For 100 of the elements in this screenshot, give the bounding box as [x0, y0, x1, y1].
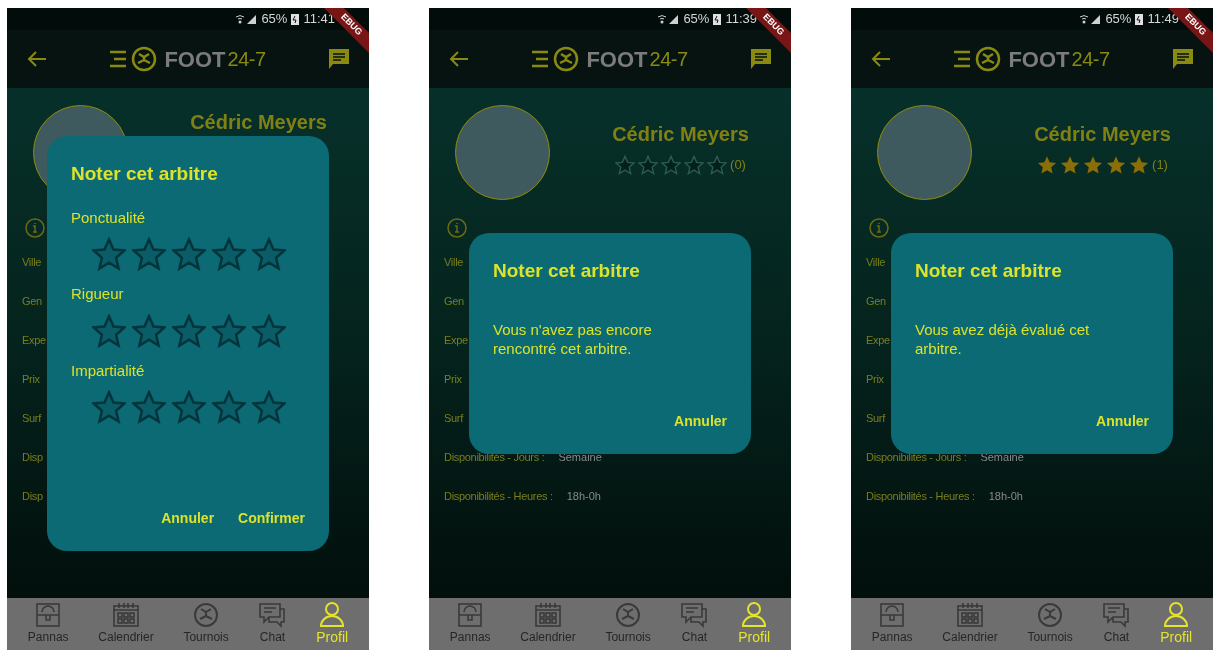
- field-label: Disponibilités - Jours :: [866, 450, 967, 466]
- field-label: Ville: [866, 255, 886, 271]
- dialog-title: Noter cet arbitre: [915, 259, 1063, 283]
- person-icon: [318, 600, 347, 627]
- criterion-label: Ponctualité: [71, 207, 147, 228]
- empty-star-icon: [92, 390, 126, 424]
- chest-icon: [878, 602, 907, 628]
- chat-button[interactable]: [327, 47, 351, 71]
- chat-button[interactable]: [749, 47, 773, 71]
- logo-number: 24-7: [1071, 47, 1110, 72]
- person-icon: [1162, 600, 1191, 627]
- calendar-icon: [111, 602, 140, 628]
- battery-icon: [713, 13, 722, 25]
- chest-icon: [34, 602, 63, 628]
- field-label: Prix: [866, 372, 884, 388]
- field-label: Disp: [22, 489, 43, 505]
- empty-star-icon: [707, 155, 728, 175]
- nav-tab[interactable]: Pannas: [449, 602, 491, 646]
- empty-star-icon: [132, 390, 166, 424]
- field-value: 18h-0h: [988, 489, 1023, 505]
- nav-tab[interactable]: Pannas: [871, 602, 913, 646]
- empty-star-icon: [212, 390, 246, 424]
- field-label: Prix: [444, 372, 462, 388]
- empty-star-icon: [638, 155, 659, 175]
- logo-text: FOOT: [164, 45, 226, 74]
- battery-level: 65%: [1105, 10, 1132, 29]
- field-label: Ville: [444, 255, 464, 271]
- nav-tab[interactable]: Pannas: [27, 602, 69, 646]
- rating-count: (0): [730, 156, 746, 175]
- referee-name: Cédric Meyers: [190, 110, 327, 135]
- filled-star-icon: [1060, 155, 1081, 175]
- referee-name: Cédric Meyers: [1034, 122, 1171, 147]
- dialog-message: Vous n'avez pas encore rencontré cet arbitre.: [493, 319, 653, 358]
- empty-star-icon: [92, 237, 126, 271]
- nav-tab[interactable]: Profil: [738, 600, 771, 648]
- empty-star-icon: [172, 390, 206, 424]
- filled-star-icon: [1106, 155, 1127, 175]
- field-label: Ville: [22, 255, 42, 271]
- person-icon: [740, 600, 769, 627]
- logo-text: FOOT: [586, 45, 648, 74]
- chat-button[interactable]: [1171, 47, 1195, 71]
- field-label: Disp: [22, 450, 43, 466]
- dialog-title: Noter cet arbitre: [493, 259, 641, 283]
- nav-tab[interactable]: Chat: [258, 602, 287, 646]
- nav-tab[interactable]: Calendrier: [98, 602, 154, 646]
- chat-icon: [680, 602, 709, 628]
- field-value: Semaine: [980, 450, 1024, 466]
- nav-tab[interactable]: Profil: [1160, 600, 1193, 648]
- ball-icon: [192, 602, 221, 628]
- field-label: Gen: [22, 294, 42, 310]
- info-icon: [25, 218, 45, 238]
- field-value: Semaine: [558, 450, 602, 466]
- dialog-action-button[interactable]: Annuler: [161, 508, 215, 529]
- referee-name: Cédric Meyers: [612, 122, 749, 147]
- nav-tab[interactable]: Tournois: [605, 602, 651, 646]
- chat-icon: [258, 602, 287, 628]
- nav-tab[interactable]: Profil: [316, 600, 349, 648]
- nav-tab[interactable]: Chat: [680, 602, 709, 646]
- logo-text: FOOT: [1008, 45, 1070, 74]
- field-label: Expe: [444, 333, 468, 349]
- dialog-action-button[interactable]: Annuler: [1096, 411, 1149, 432]
- empty-star-icon: [684, 155, 705, 175]
- empty-star-icon: [92, 313, 126, 348]
- clock-time: 11:41: [303, 10, 335, 29]
- field-label: Gen: [866, 294, 886, 310]
- dialog-action-button[interactable]: Confirmer: [238, 508, 305, 529]
- calendar-icon: [533, 602, 562, 628]
- chat-icon: [1102, 602, 1131, 628]
- signal-icon: [235, 13, 258, 25]
- field-label: Prix: [22, 372, 40, 388]
- ball-icon: [614, 602, 643, 628]
- field-value: 18h-0h: [566, 489, 601, 505]
- field-label: Expe: [22, 333, 46, 349]
- field-label: Surf: [22, 411, 41, 427]
- ball-icon: [1036, 602, 1065, 628]
- dialog-message: Vous avez déjà évalué cet arbitre.: [915, 319, 1091, 358]
- nav-tab[interactable]: Calendrier: [942, 602, 998, 646]
- battery-level: 65%: [261, 10, 288, 29]
- empty-star-icon: [661, 155, 682, 175]
- empty-star-icon: [615, 155, 636, 175]
- nav-tab[interactable]: Chat: [1102, 602, 1131, 646]
- signal-icon: [657, 13, 680, 25]
- field-label: Gen: [444, 294, 464, 310]
- empty-star-icon: [252, 390, 286, 424]
- ball-logo-icon: [954, 46, 1003, 72]
- empty-star-icon: [132, 313, 166, 348]
- criterion-label: Impartialité: [71, 360, 146, 381]
- logo-number: 24-7: [227, 47, 266, 72]
- nav-tab[interactable]: Tournois: [1027, 602, 1073, 646]
- empty-star-icon: [172, 237, 206, 271]
- field-label: Disponibilités - Heures :: [866, 489, 975, 505]
- battery-icon: [1135, 13, 1144, 25]
- field-label: Surf: [444, 411, 463, 427]
- filled-star-icon: [1083, 155, 1104, 175]
- signal-icon: [1079, 13, 1102, 25]
- nav-tab[interactable]: Calendrier: [520, 602, 576, 646]
- dialog-action-button[interactable]: Annuler: [674, 411, 727, 432]
- nav-tab[interactable]: Tournois: [183, 602, 229, 646]
- chest-icon: [456, 602, 485, 628]
- dialog-title: Noter cet arbitre: [71, 162, 219, 186]
